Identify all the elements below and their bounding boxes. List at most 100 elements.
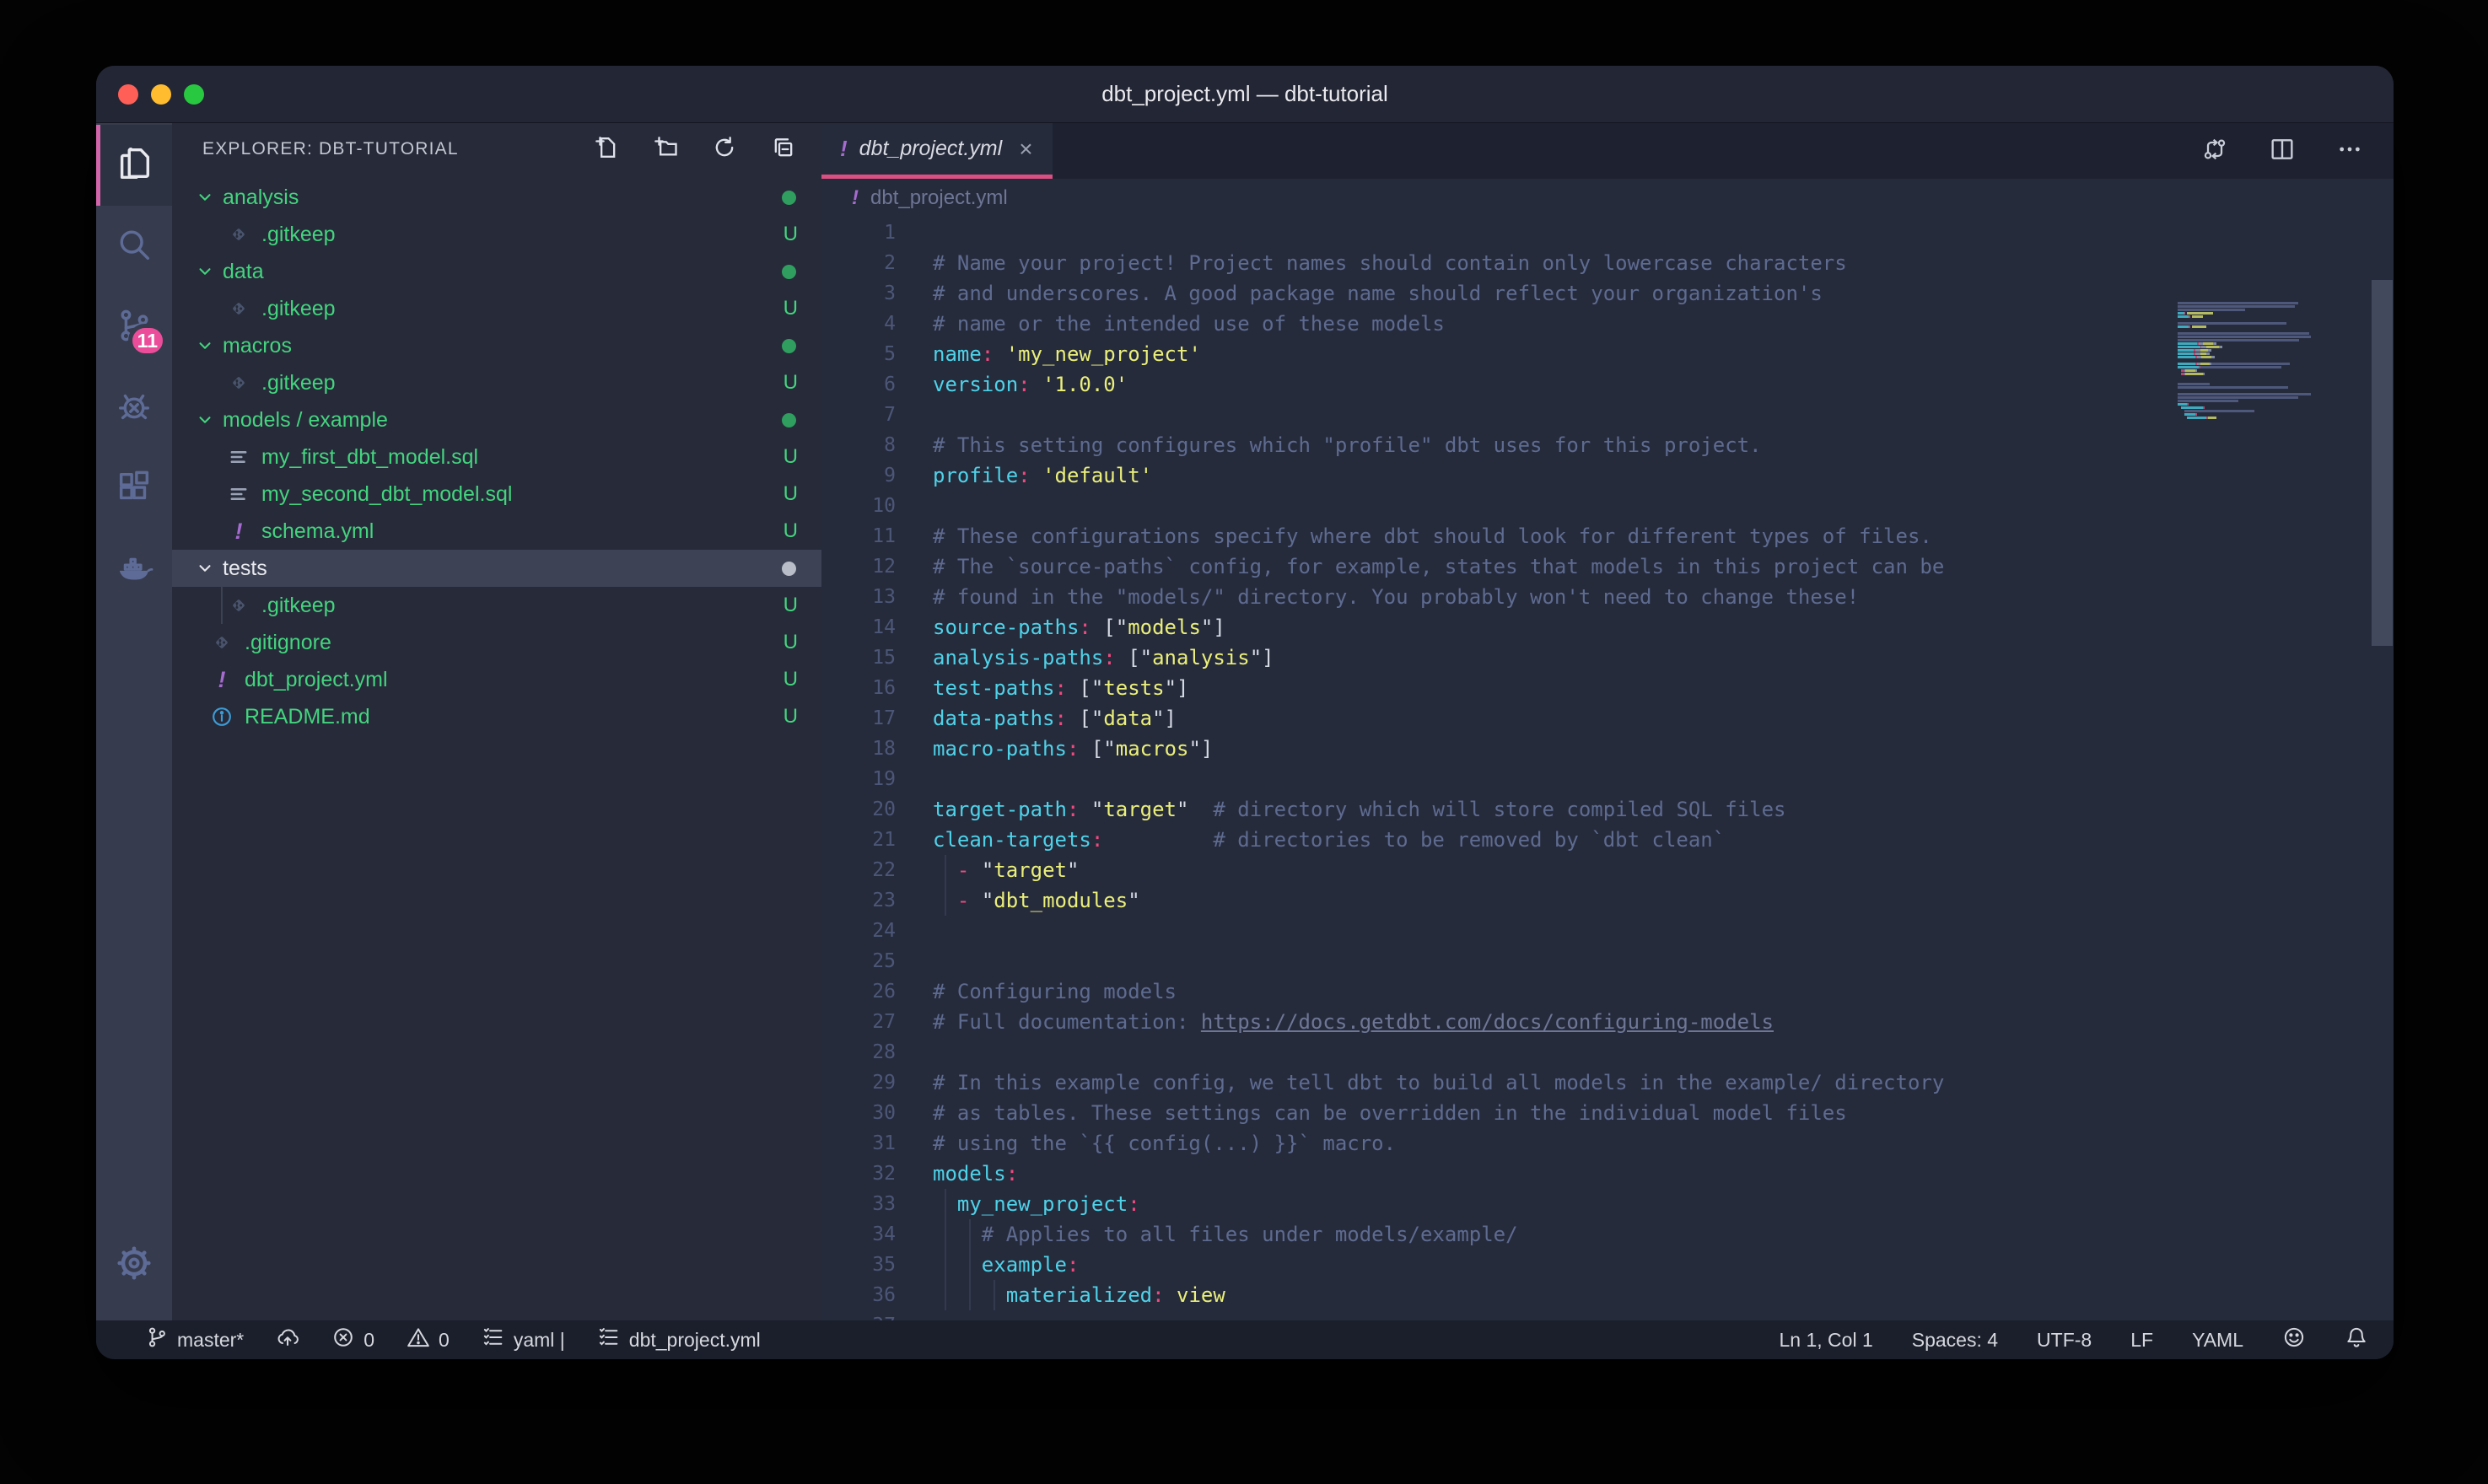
line-number[interactable]: 28: [821, 1037, 896, 1067]
line-number[interactable]: 34: [821, 1219, 896, 1250]
code-line[interactable]: 6 version: '1.0.0': [821, 369, 2394, 400]
status-item-error-circle[interactable]: 0: [331, 1325, 374, 1354]
code-line[interactable]: 9profile: 'default': [821, 460, 2394, 491]
line-number[interactable]: 3: [821, 278, 896, 309]
line-number[interactable]: 24: [821, 916, 896, 946]
code-line[interactable]: 35 example:: [821, 1250, 2394, 1280]
breadcrumb[interactable]: ! dbt_project.yml: [821, 179, 2394, 218]
line-number[interactable]: 20: [821, 794, 896, 825]
line-content[interactable]: version: '1.0.0': [933, 369, 1128, 400]
line-number[interactable]: 2: [821, 248, 896, 278]
tree-file-dbt-project-yml[interactable]: !dbt_project.ymlU: [172, 661, 821, 698]
line-number[interactable]: 14: [821, 612, 896, 643]
code-line[interactable]: 7: [821, 400, 2394, 430]
line-content[interactable]: example:: [933, 1250, 1079, 1280]
code-line[interactable]: 22 - "target": [821, 855, 2394, 885]
line-content[interactable]: name: 'my_new_project': [933, 339, 1201, 369]
activity-item-search[interactable]: [96, 206, 172, 287]
tree-file--gitkeep[interactable]: .gitkeepU: [172, 587, 821, 624]
line-content[interactable]: - "dbt_modules": [933, 885, 1140, 916]
code-line[interactable]: 26 # Configuring models: [821, 976, 2394, 1007]
code-editor[interactable]: 12# Name your project! Project names sho…: [821, 218, 2394, 1320]
tab-dbt-project-yml[interactable]: ! dbt_project.yml ×: [821, 123, 1053, 179]
code-line[interactable]: 3 # and underscores. A good package name …: [821, 278, 2394, 309]
activity-item-debug[interactable]: [96, 368, 172, 449]
code-line[interactable]: 21clean-targets: # directories to be rem…: [821, 825, 2394, 855]
line-number[interactable]: 8: [821, 430, 896, 460]
line-number[interactable]: 1: [821, 218, 896, 248]
line-content[interactable]: # name or the intended use of these mode…: [933, 309, 1445, 339]
line-number[interactable]: 18: [821, 734, 896, 764]
line-number[interactable]: 16: [821, 673, 896, 703]
tree-file-schema-yml[interactable]: !schema.ymlU: [172, 513, 821, 550]
line-content[interactable]: # and underscores. A good package name s…: [933, 278, 1823, 309]
code-line[interactable]: 4 # name or the intended use of these mod…: [821, 309, 2394, 339]
line-number[interactable]: 21: [821, 825, 896, 855]
line-number[interactable]: 27: [821, 1007, 896, 1037]
line-number[interactable]: 19: [821, 764, 896, 794]
minimap[interactable]: [2178, 298, 2368, 423]
line-content[interactable]: # In this example config, we tell dbt to…: [933, 1067, 1944, 1098]
code-line[interactable]: 5 name: 'my_new_project': [821, 339, 2394, 369]
line-number[interactable]: 15: [821, 643, 896, 673]
code-line[interactable]: 13# found in the "models/" directory. Yo…: [821, 582, 2394, 612]
zoom-window-button[interactable]: [184, 84, 204, 105]
line-number[interactable]: 7: [821, 400, 896, 430]
line-number[interactable]: 5: [821, 339, 896, 369]
new-file-icon[interactable]: [594, 135, 619, 164]
code-line[interactable]: 28: [821, 1037, 2394, 1067]
open-changes-icon[interactable]: [2201, 136, 2228, 167]
code-line[interactable]: 18 macro-paths: ["macros"]: [821, 734, 2394, 764]
tree-file--gitignore[interactable]: .gitignoreU: [172, 624, 821, 661]
line-content[interactable]: my_new_project:: [933, 1189, 1140, 1219]
line-content[interactable]: # This setting configures which "profile…: [933, 430, 1762, 460]
line-number[interactable]: 4: [821, 309, 896, 339]
code-line[interactable]: 32models:: [821, 1159, 2394, 1189]
status-item-git-branch[interactable]: master*: [145, 1325, 244, 1354]
line-content[interactable]: macro-paths: ["macros"]: [933, 734, 1213, 764]
code-line[interactable]: 27# Full documentation: https://docs.get…: [821, 1007, 2394, 1037]
line-content[interactable]: profile: 'default': [933, 460, 1152, 491]
line-number[interactable]: 32: [821, 1159, 896, 1189]
status-item-bell[interactable]: [2345, 1325, 2368, 1354]
line-number[interactable]: 13: [821, 582, 896, 612]
line-content[interactable]: # Applies to all files under models/exam…: [933, 1219, 1518, 1250]
line-number[interactable]: 26: [821, 976, 896, 1007]
status-item-list[interactable]: dbt_project.yml: [597, 1325, 761, 1354]
line-number[interactable]: 22: [821, 855, 896, 885]
code-line[interactable]: 8 # This setting configures which "profil…: [821, 430, 2394, 460]
line-number[interactable]: 6: [821, 369, 896, 400]
line-number[interactable]: 33: [821, 1189, 896, 1219]
code-line[interactable]: 17data-paths: ["data"]: [821, 703, 2394, 734]
line-content[interactable]: analysis-paths: ["analysis"]: [933, 643, 1274, 673]
line-number[interactable]: 23: [821, 885, 896, 916]
code-line[interactable]: 10: [821, 491, 2394, 521]
code-line[interactable]: 36 materialized: view: [821, 1280, 2394, 1310]
refresh-icon[interactable]: [712, 135, 737, 164]
status-item-status-yaml[interactable]: YAML: [2192, 1329, 2243, 1352]
line-number[interactable]: 25: [821, 946, 896, 976]
line-number[interactable]: 17: [821, 703, 896, 734]
code-line[interactable]: 20target-path: "target" # directory whic…: [821, 794, 2394, 825]
status-item-smiley[interactable]: [2282, 1325, 2306, 1354]
tree-folder-models-example[interactable]: models / example: [172, 401, 821, 438]
status-item-status-lf[interactable]: LF: [2130, 1329, 2153, 1352]
status-item-cloud-upload[interactable]: [276, 1325, 299, 1354]
close-window-button[interactable]: [118, 84, 138, 105]
activity-item-docker[interactable]: [96, 530, 172, 610]
line-number[interactable]: 35: [821, 1250, 896, 1280]
more-actions-icon[interactable]: [2336, 136, 2363, 167]
collapse-all-icon[interactable]: [771, 135, 796, 164]
line-content[interactable]: # Configuring models: [933, 976, 1177, 1007]
line-content[interactable]: # using the `{{ config(...) }}` macro.: [933, 1128, 1396, 1159]
status-item-status-utf-8[interactable]: UTF-8: [2037, 1329, 2092, 1352]
code-line[interactable]: 29# In this example config, we tell dbt …: [821, 1067, 2394, 1098]
code-line[interactable]: 14 source-paths: ["models"]: [821, 612, 2394, 643]
line-number[interactable]: 37: [821, 1310, 896, 1320]
new-folder-icon[interactable]: [653, 135, 678, 164]
status-item-list[interactable]: yaml |: [482, 1325, 565, 1354]
line-content[interactable]: source-paths: ["models"]: [933, 612, 1225, 643]
tree-folder-data[interactable]: data: [172, 253, 821, 290]
line-content[interactable]: # These configurations specify where dbt…: [933, 521, 1932, 551]
code-line[interactable]: 1: [821, 218, 2394, 248]
